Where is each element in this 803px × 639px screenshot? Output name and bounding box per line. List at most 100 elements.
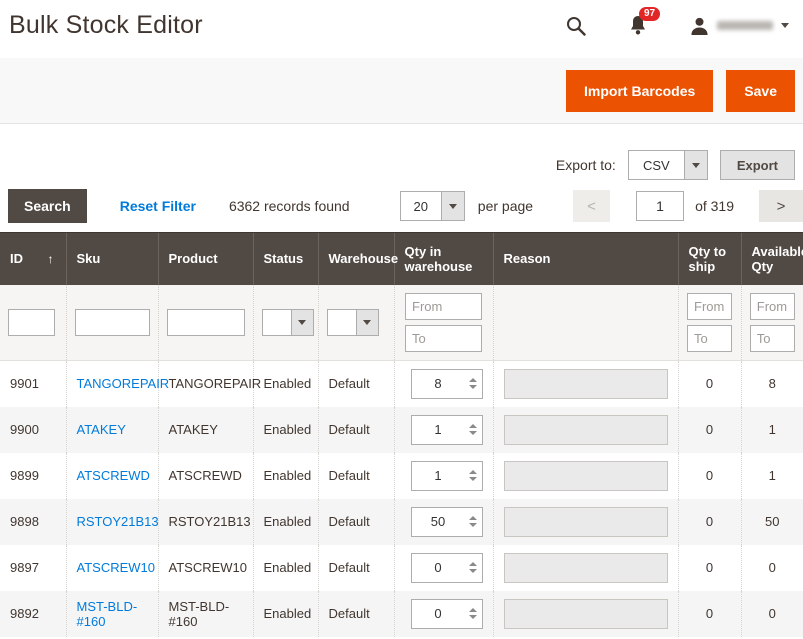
- next-page-button[interactable]: >: [759, 190, 803, 222]
- filter-qty-to-ship-to-input[interactable]: [687, 325, 732, 352]
- qty-stepper[interactable]: [411, 415, 483, 445]
- save-button[interactable]: Save: [726, 70, 795, 112]
- cell-warehouse: Default: [318, 545, 394, 591]
- stepper-arrows-icon[interactable]: [465, 416, 482, 444]
- filter-available-to-input[interactable]: [750, 325, 795, 352]
- stepper-arrows-icon[interactable]: [465, 370, 482, 398]
- stepper-arrows-icon[interactable]: [465, 554, 482, 582]
- cell-product: ATAKEY: [158, 407, 253, 453]
- qty-stepper[interactable]: [411, 369, 483, 399]
- cell-qty-to-ship: 0: [678, 591, 741, 637]
- qty-input[interactable]: [412, 416, 465, 444]
- export-button[interactable]: Export: [720, 150, 795, 180]
- page-input[interactable]: [636, 191, 684, 221]
- table-row: 9897 ATSCREW10 ATSCREW10 Enabled Default…: [0, 545, 803, 591]
- reason-input: [504, 415, 668, 445]
- filter-available-from-input[interactable]: [750, 293, 795, 320]
- cell-qty-to-ship: 0: [678, 499, 741, 545]
- column-header-qty-in-warehouse[interactable]: Qty in warehouse: [394, 233, 493, 285]
- filter-qty-from-input[interactable]: [405, 293, 482, 320]
- qty-input[interactable]: [412, 554, 465, 582]
- sku-link[interactable]: TANGOREPAIR: [77, 376, 170, 391]
- sku-link[interactable]: MST-BLD-#160: [77, 599, 138, 629]
- cell-id: 9899: [0, 453, 66, 499]
- export-format-select[interactable]: CSV: [628, 150, 708, 180]
- qty-stepper[interactable]: [411, 553, 483, 583]
- qty-stepper[interactable]: [411, 599, 483, 629]
- per-page-label: per page: [478, 198, 533, 214]
- cell-warehouse: Default: [318, 591, 394, 637]
- column-header-id[interactable]: ID ↑: [0, 233, 66, 285]
- per-page-select[interactable]: 20: [400, 191, 465, 221]
- header-actions: 97: [566, 15, 791, 36]
- notifications-bell-icon[interactable]: 97: [628, 15, 648, 36]
- column-header-qty-to-ship[interactable]: Qty to ship: [678, 233, 741, 285]
- import-barcodes-button[interactable]: Import Barcodes: [566, 70, 713, 112]
- filter-qty-to-input[interactable]: [405, 325, 482, 352]
- qty-input[interactable]: [412, 370, 465, 398]
- table-row: 9900 ATAKEY ATAKEY Enabled Default 0 1: [0, 407, 803, 453]
- cell-id: 9900: [0, 407, 66, 453]
- sku-link[interactable]: ATSCREW10: [77, 560, 156, 575]
- cell-warehouse: Default: [318, 499, 394, 545]
- reason-input: [504, 553, 668, 583]
- stepper-arrows-icon[interactable]: [465, 508, 482, 536]
- cell-available-qty: 0: [741, 591, 803, 637]
- cell-available-qty: 1: [741, 453, 803, 499]
- search-icon[interactable]: [566, 16, 586, 36]
- table-row: 9898 RSTOY21B13 RSTOY21B13 Enabled Defau…: [0, 499, 803, 545]
- cell-available-qty: 0: [741, 545, 803, 591]
- qty-input[interactable]: [412, 508, 465, 536]
- chevron-down-icon: [781, 23, 789, 28]
- reset-filter-link[interactable]: Reset Filter: [120, 198, 196, 214]
- qty-input[interactable]: [412, 600, 465, 628]
- cell-available-qty: 1: [741, 407, 803, 453]
- cell-id: 9898: [0, 499, 66, 545]
- chevron-down-icon: [684, 151, 707, 179]
- filter-id-input[interactable]: [8, 309, 55, 336]
- cell-product: ATSCREWD: [158, 453, 253, 499]
- column-header-warehouse[interactable]: Warehouse: [318, 233, 394, 285]
- prev-page-button[interactable]: <: [573, 190, 610, 222]
- cell-product: MST-BLD-#160: [158, 591, 253, 637]
- filter-status-select[interactable]: [262, 309, 314, 336]
- user-name: [717, 21, 773, 30]
- column-header-available-qty[interactable]: Available Qty: [741, 233, 803, 285]
- stepper-arrows-icon[interactable]: [465, 462, 482, 490]
- filter-sku-input[interactable]: [75, 309, 150, 336]
- filter-qty-to-ship-from-input[interactable]: [687, 293, 732, 320]
- column-header-reason[interactable]: Reason: [493, 233, 678, 285]
- table-row: 9901 TANGOREPAIR TANGOREPAIR Enabled Def…: [0, 360, 803, 407]
- user-menu[interactable]: [690, 16, 789, 36]
- cell-status: Enabled: [253, 360, 318, 407]
- reason-input: [504, 461, 668, 491]
- qty-stepper[interactable]: [411, 507, 483, 537]
- filter-warehouse-select[interactable]: [327, 309, 379, 336]
- cell-id: 9901: [0, 360, 66, 407]
- filter-product-input[interactable]: [167, 309, 245, 336]
- stepper-arrows-icon[interactable]: [465, 600, 482, 628]
- grid-header-row: ID ↑ Sku Product Status Warehouse Qty in…: [0, 233, 803, 285]
- cell-status: Enabled: [253, 407, 318, 453]
- column-header-status[interactable]: Status: [253, 233, 318, 285]
- stock-grid: ID ↑ Sku Product Status Warehouse Qty in…: [0, 232, 803, 637]
- cell-qty-to-ship: 0: [678, 407, 741, 453]
- cell-product: ATSCREW10: [158, 545, 253, 591]
- column-header-product[interactable]: Product: [158, 233, 253, 285]
- sku-link[interactable]: ATAKEY: [77, 422, 126, 437]
- reason-input: [504, 599, 668, 629]
- search-button[interactable]: Search: [8, 189, 87, 223]
- column-header-sku[interactable]: Sku: [66, 233, 158, 285]
- table-row: 9892 MST-BLD-#160 MST-BLD-#160 Enabled D…: [0, 591, 803, 637]
- chevron-down-icon: [441, 192, 464, 220]
- cell-status: Enabled: [253, 499, 318, 545]
- cell-id: 9892: [0, 591, 66, 637]
- page-header: Bulk Stock Editor 97: [0, 0, 803, 45]
- controls-row: Search Reset Filter 6362 records found 2…: [0, 189, 803, 223]
- qty-stepper[interactable]: [411, 461, 483, 491]
- sku-link[interactable]: ATSCREWD: [77, 468, 150, 483]
- sku-link[interactable]: RSTOY21B13: [77, 514, 159, 529]
- cell-qty-to-ship: 0: [678, 545, 741, 591]
- user-avatar-icon: [690, 16, 709, 36]
- qty-input[interactable]: [412, 462, 465, 490]
